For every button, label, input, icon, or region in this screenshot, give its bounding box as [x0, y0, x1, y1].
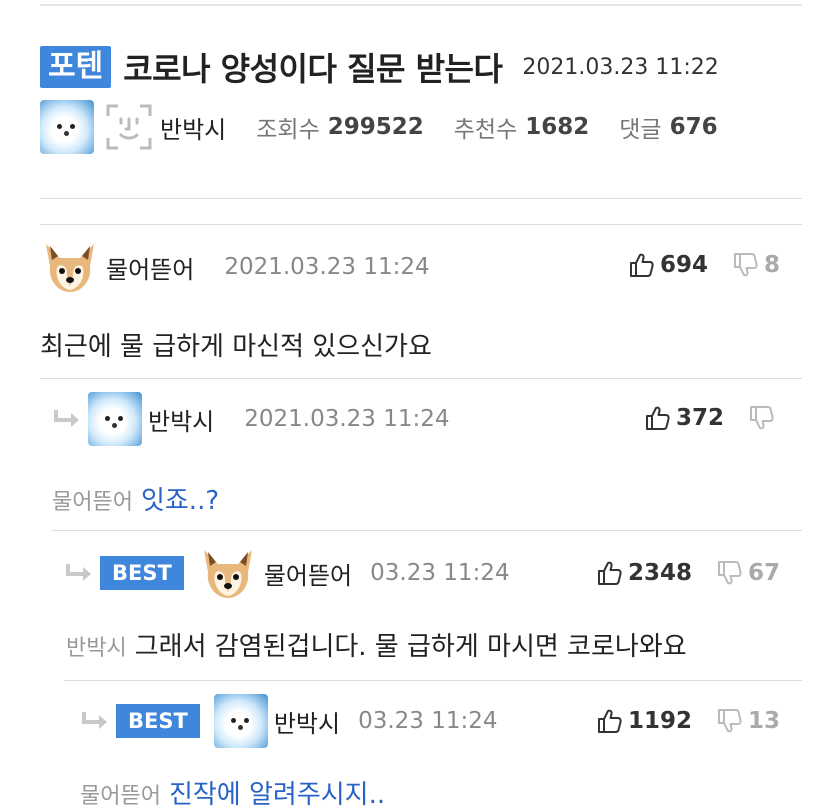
reply-arrow-icon — [64, 562, 94, 584]
reply-header: 반박시 2021.03.23 11:24 — [52, 392, 450, 446]
comment-author[interactable]: 반박시 — [274, 704, 340, 739]
best-badge: BEST — [100, 556, 184, 590]
thumbs-up-icon[interactable] — [628, 252, 654, 278]
author-avatar[interactable] — [40, 100, 94, 154]
comments-count: 676 — [669, 114, 718, 140]
reply-header: BEST 물어뜯어 03.23 11:24 — [64, 546, 510, 600]
divider — [40, 378, 802, 379]
comment-text-row: 반박시 그래서 감염된겁니다. 물 급하게 마시면 코로나와요 — [66, 626, 687, 663]
post-author[interactable]: 반박시 — [160, 110, 226, 145]
post-title: 코로나 양성이다 질문 받는다 — [123, 50, 503, 88]
thumbs-down-icon[interactable] — [732, 252, 758, 278]
comment-text: 잇죠..? — [140, 486, 220, 516]
comments-label: 댓글 — [619, 117, 662, 143]
author-avatar[interactable] — [88, 392, 142, 446]
comment-author[interactable]: 반박시 — [148, 402, 214, 437]
comment-text: 진작에 알려주시지.. — [168, 780, 386, 810]
mention-name[interactable]: 반박시 — [66, 636, 127, 661]
downvote-count: 8 — [763, 252, 780, 278]
divider — [40, 224, 802, 225]
thumbs-up-icon[interactable] — [644, 405, 670, 431]
thumbs-down-icon[interactable] — [748, 405, 774, 431]
downvote-count: 13 — [747, 708, 780, 734]
post-meta-row: 반박시 조회수 299522 추천수 1682 댓글 676 — [40, 100, 718, 154]
comment-text-row: 물어뜯어 진작에 알려주시지.. — [80, 774, 385, 811]
post-title-row: 포텐 코로나 양성이다 질문 받는다 2021.03.23 11:22 — [40, 44, 719, 90]
comment-votes: 694 8 — [628, 252, 780, 278]
comment-votes: 1192 13 — [596, 708, 780, 734]
comment-text: 최근에 물 급하게 마신적 있으신가요 — [40, 332, 432, 362]
thumbs-down-icon[interactable] — [716, 560, 742, 586]
reply-header: BEST 반박시 03.23 11:24 — [80, 694, 498, 748]
views-count: 299522 — [327, 114, 424, 140]
upvote-count: 694 — [659, 252, 708, 278]
divider — [64, 680, 802, 681]
upvote-count: 2348 — [627, 560, 692, 586]
thumbs-up-icon[interactable] — [596, 560, 622, 586]
mention-name[interactable]: 물어뜯어 — [52, 490, 133, 515]
thumbs-down-icon[interactable] — [716, 708, 742, 734]
comment-date: 03.23 11:24 — [358, 708, 498, 734]
author-avatar[interactable] — [40, 240, 100, 294]
best-badge: BEST — [116, 704, 200, 738]
mention-name[interactable]: 물어뜯어 — [80, 784, 161, 809]
thumbs-up-icon[interactable] — [596, 708, 622, 734]
comment-votes: 2348 67 — [596, 560, 780, 586]
author-avatar[interactable] — [213, 694, 268, 748]
comment-text-row: 물어뜯어 잇죠..? — [52, 480, 219, 517]
reply-arrow-icon — [52, 408, 82, 430]
face-id-icon — [104, 102, 154, 152]
divider — [40, 198, 802, 199]
comment-votes: 372 — [644, 405, 774, 431]
recommend-count: 1682 — [525, 114, 590, 140]
top-divider — [40, 4, 802, 6]
comment-date: 2021.03.23 11:24 — [224, 254, 430, 280]
comment-text: 그래서 감염된겁니다. 물 급하게 마시면 코로나와요 — [134, 632, 687, 662]
comment-date: 2021.03.23 11:24 — [244, 406, 450, 432]
downvote-count: 67 — [747, 560, 780, 586]
author-avatar[interactable] — [198, 546, 258, 600]
post-date: 2021.03.23 11:22 — [522, 54, 719, 80]
upvote-count: 1192 — [627, 708, 692, 734]
reply-arrow-icon — [80, 710, 110, 732]
views-label: 조회수 — [256, 117, 320, 143]
comment-date: 03.23 11:24 — [370, 560, 510, 586]
category-badge[interactable]: 포텐 — [40, 46, 112, 88]
comment-header: 물어뜯어 2021.03.23 11:24 — [40, 240, 430, 294]
upvote-count: 372 — [675, 405, 724, 431]
divider — [52, 530, 802, 531]
comment-author[interactable]: 물어뜯어 — [264, 556, 352, 591]
recommend-label: 추천수 — [453, 117, 518, 143]
comment-author[interactable]: 물어뜯어 — [106, 250, 194, 285]
